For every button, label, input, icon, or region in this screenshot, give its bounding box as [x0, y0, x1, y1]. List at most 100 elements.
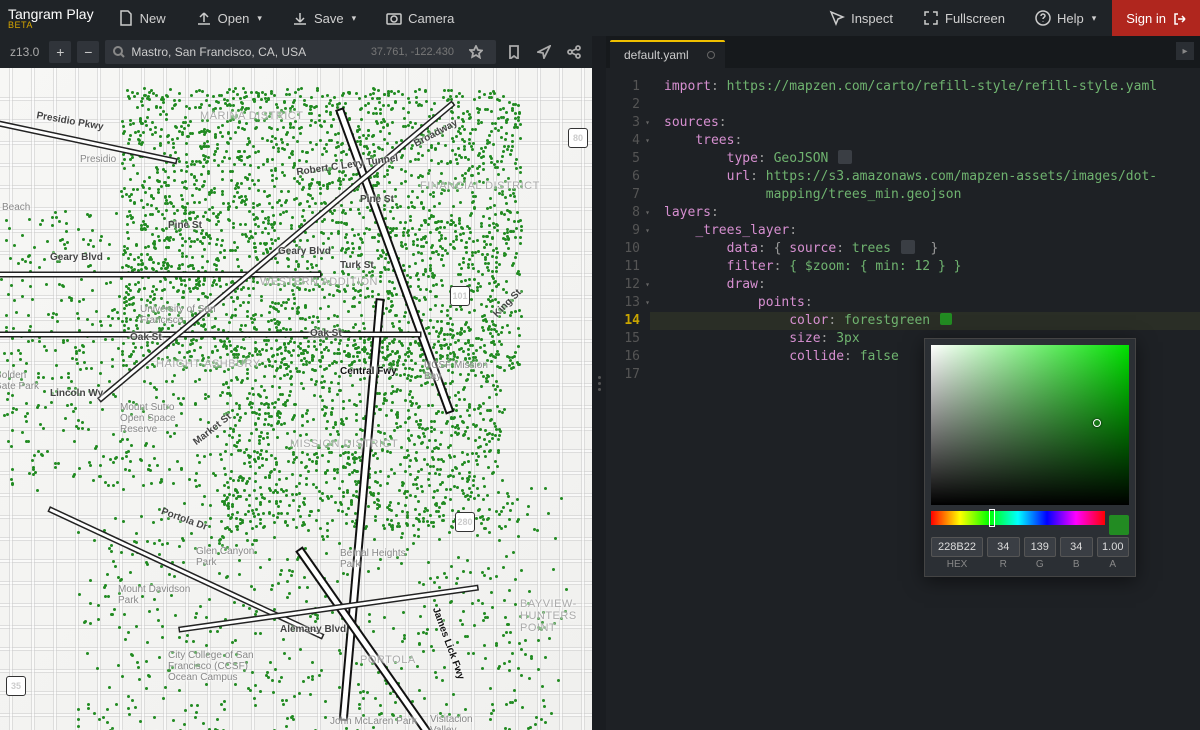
zoom-in-button[interactable]: +	[49, 41, 71, 63]
chevron-down-icon: ▾	[352, 13, 357, 24]
file-icon	[118, 10, 134, 26]
label-davidson: Mount Davidson Park	[118, 584, 198, 606]
save-button[interactable]: Save▾	[278, 0, 370, 36]
r-label: R	[987, 559, 1020, 570]
hex-label: HEX	[931, 559, 983, 570]
search-input[interactable]	[131, 45, 364, 59]
fullscreen-icon	[923, 10, 939, 26]
hue-slider[interactable]	[931, 511, 1105, 525]
sv-handle[interactable]	[1093, 419, 1101, 427]
open-button[interactable]: Open ▾	[182, 0, 276, 36]
b-label: B	[1060, 559, 1093, 570]
coords-readout: 37.761, -122.430	[371, 46, 458, 58]
label-uofsf: University of San Francisco	[140, 304, 220, 326]
split-handle[interactable]	[592, 36, 606, 730]
hex-input[interactable]	[931, 537, 983, 557]
bookmark-icon[interactable]	[502, 40, 526, 64]
label-central: Central Fwy	[340, 366, 397, 377]
label-glen: Glen Canyon Park	[196, 546, 266, 568]
star-icon[interactable]	[464, 40, 488, 64]
upload-icon	[196, 10, 212, 26]
help-label: Help	[1057, 11, 1084, 26]
menubar: Tangram Play BETA New Open ▾ Save▾ Camera…	[0, 0, 1200, 36]
camera-icon	[386, 10, 402, 26]
label-beach: Beach	[2, 202, 30, 213]
b-input[interactable]	[1060, 537, 1093, 557]
map-pane[interactable]: // placeholder: grid drawn below via gen…	[0, 36, 592, 730]
tab-close-icon[interactable]	[707, 51, 715, 59]
camera-button[interactable]: Camera	[372, 0, 468, 36]
sign-in-button[interactable]: Sign in	[1112, 0, 1200, 36]
route-shield-35: 35	[6, 676, 26, 696]
gear-icon[interactable]	[901, 240, 915, 254]
label-marina: MARINA DISTRICT	[200, 110, 303, 122]
label-sutro: Mount Sutro Open Space Reserve	[120, 402, 200, 435]
label-oak2: Oak St	[310, 328, 342, 339]
label-geary2: Geary Blvd	[278, 246, 331, 257]
new-button[interactable]: New	[104, 0, 180, 36]
label-visitacion: Visitacion Valley	[430, 714, 500, 730]
app-name: Tangram Play	[8, 7, 94, 21]
label-lincoln: Lincoln Wy	[50, 388, 103, 399]
beta-badge: BETA	[8, 21, 94, 30]
editor-tabs: default.yaml ▸	[606, 36, 1200, 68]
share-icon[interactable]	[562, 40, 586, 64]
sign-in-label: Sign in	[1126, 11, 1166, 26]
collapse-editor-button[interactable]: ▸	[1176, 42, 1194, 60]
g-label: G	[1024, 559, 1057, 570]
app-logo: Tangram Play BETA	[8, 7, 102, 30]
label-alemany: Alemany Blvd	[280, 624, 346, 635]
map-canvas[interactable]: // placeholder: grid drawn below via gen…	[0, 68, 592, 730]
label-mclaren: John McLaren Park	[330, 716, 420, 727]
label-pine2: Pine St	[360, 194, 394, 205]
chevron-down-icon: ▾	[257, 13, 262, 24]
hue-handle[interactable]	[989, 509, 995, 527]
help-icon	[1035, 10, 1051, 26]
camera-label: Camera	[408, 11, 454, 26]
color-picker[interactable]: × HEX R G B A	[924, 338, 1136, 577]
label-haight: HAIGHT-ASHBURY	[156, 358, 261, 370]
label-ggpark: Golden Gate Park	[0, 370, 44, 392]
editor-pane: default.yaml ▸ 1234567891011121314151617…	[606, 36, 1200, 730]
download-icon	[292, 10, 308, 26]
a-label: A	[1097, 559, 1130, 570]
g-input[interactable]	[1024, 537, 1057, 557]
r-input[interactable]	[987, 537, 1020, 557]
inspect-label: Inspect	[851, 11, 893, 26]
search-box[interactable]: 37.761, -122.430	[105, 40, 496, 64]
label-mission: MISSION DISTRICT	[290, 438, 398, 450]
tab-default-yaml[interactable]: default.yaml	[610, 40, 725, 68]
fullscreen-label: Fullscreen	[945, 11, 1005, 26]
saturation-value-field[interactable]	[931, 345, 1129, 505]
map-toolbar: z13.0 + − 37.761, -122.430	[0, 36, 592, 68]
label-ucsf: UCSF Mission Bay	[424, 360, 494, 382]
label-pine: Pine St	[168, 220, 202, 231]
label-portola-d: PORTOLA	[360, 654, 416, 666]
zoom-out-button[interactable]: −	[77, 41, 99, 63]
zoom-indicator: z13.0	[6, 45, 43, 59]
open-label: Open	[218, 11, 250, 26]
label-presidio: Presidio	[80, 154, 116, 165]
label-ccsf: City College of San Francisco (CCSF) Oce…	[168, 650, 268, 683]
locate-icon[interactable]	[532, 40, 556, 64]
search-icon	[113, 46, 125, 58]
help-button[interactable]: Help ▾	[1021, 0, 1110, 36]
route-shield-101: 101	[450, 286, 470, 306]
sign-in-icon	[1172, 11, 1186, 25]
label-bernal: Bernal Heights Park	[340, 548, 420, 570]
current-color-swatch	[1109, 515, 1129, 535]
a-input[interactable]	[1097, 537, 1130, 557]
inspect-icon	[829, 10, 845, 26]
route-shield-80: 80	[568, 128, 588, 148]
gear-icon[interactable]	[838, 150, 852, 164]
label-oak: Oak St	[130, 332, 162, 343]
new-label: New	[140, 11, 166, 26]
inspect-button[interactable]: Inspect	[815, 0, 907, 36]
chevron-down-icon: ▾	[1092, 13, 1097, 24]
label-financial: FINANCIAL DISTRICT	[420, 180, 540, 192]
route-shield-280: 280	[455, 512, 475, 532]
fullscreen-button[interactable]: Fullscreen	[909, 0, 1019, 36]
label-geary: Geary Blvd	[50, 252, 103, 263]
color-swatch[interactable]	[940, 313, 952, 325]
label-western: WESTERN ADDITION	[260, 276, 378, 288]
